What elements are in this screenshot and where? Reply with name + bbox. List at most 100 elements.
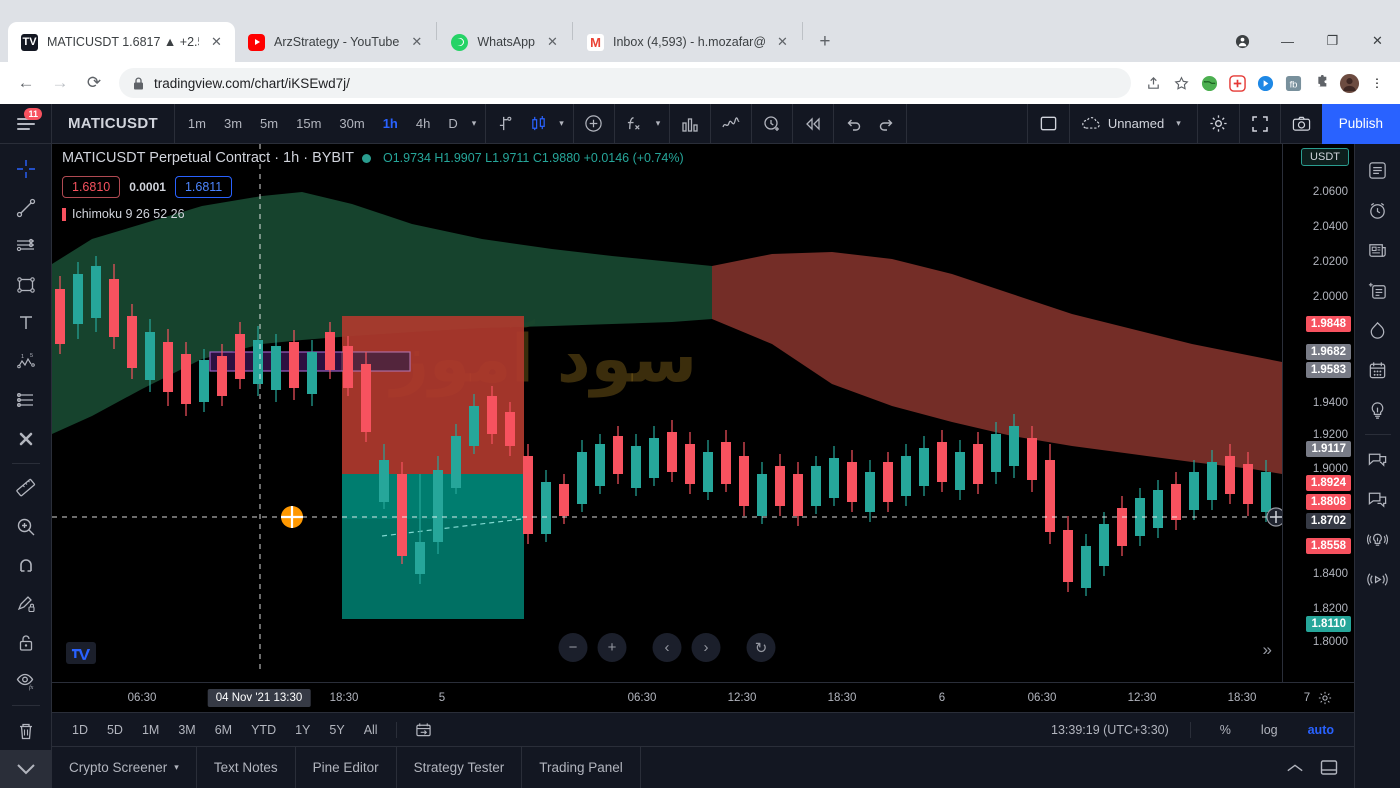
main-menu-button[interactable]: 11 — [0, 103, 52, 144]
snapshot-button[interactable] — [1279, 103, 1322, 144]
timeframe-15m[interactable]: 15m — [287, 111, 330, 136]
extensions-puzzle-icon[interactable] — [1308, 70, 1334, 96]
range-6M[interactable]: 6M — [207, 720, 240, 740]
add-compare-icon[interactable] — [578, 108, 610, 140]
gear-icon[interactable] — [1209, 114, 1228, 133]
back-icon[interactable]: ← — [10, 67, 42, 99]
profile-pill-icon[interactable] — [1220, 24, 1265, 58]
chevron-down-icon[interactable]: ▾ — [651, 118, 666, 129]
bar-chart-style-icon[interactable] — [490, 108, 522, 140]
chart-settings-button[interactable] — [1196, 103, 1239, 144]
minimize-button[interactable]: — — [1265, 24, 1310, 58]
crosshair-icon[interactable] — [6, 150, 46, 189]
range-3M[interactable]: 3M — [170, 720, 203, 740]
data-window-icon[interactable] — [1358, 270, 1398, 310]
publish-button[interactable]: Publish — [1321, 103, 1400, 144]
chevron-down-icon[interactable]: ▾ — [1171, 118, 1186, 129]
bookmark-star-icon[interactable] — [1168, 70, 1194, 96]
chevron-down-icon[interactable]: ▾ — [554, 118, 569, 129]
news-icon[interactable] — [1358, 230, 1398, 270]
magnet-icon[interactable] — [6, 546, 46, 585]
scroll-left-icon[interactable]: ‹ — [652, 633, 682, 662]
single-layout-icon[interactable] — [1039, 114, 1058, 133]
chrome-menu-icon[interactable]: ⋮ — [1364, 70, 1390, 96]
bid-price[interactable]: 1.6810 — [62, 176, 121, 198]
extension-icon-plus[interactable] — [1224, 70, 1250, 96]
range-All[interactable]: All — [356, 720, 386, 740]
tab-strategy-tester[interactable]: Strategy Tester — [397, 747, 523, 788]
timeframe-1m[interactable]: 1m — [179, 111, 215, 136]
time-axis[interactable]: 06:30 04 Nov '21 13:30 18:30 5 06:30 12:… — [52, 682, 1354, 712]
collapse-panel-icon[interactable] — [1286, 762, 1304, 774]
zoom-in-icon[interactable]: + — [597, 633, 627, 662]
new-tab-button[interactable]: + — [810, 27, 840, 57]
trend-line-icon[interactable] — [6, 189, 46, 228]
reload-icon[interactable]: ⟳ — [78, 67, 110, 99]
tab-crypto-screener[interactable]: Crypto Screener ▾ — [52, 747, 197, 788]
alert-clock-icon[interactable] — [756, 108, 788, 140]
auto-scale-button[interactable]: auto — [1300, 720, 1342, 740]
chevron-down-icon[interactable]: ▾ — [467, 118, 482, 129]
pencil-lock-icon[interactable] — [6, 585, 46, 624]
chart-canvas[interactable]: MATICUSDT Perpetual Contract · 1h · BYBI… — [52, 144, 1282, 682]
extension-icon-media[interactable] — [1252, 70, 1278, 96]
alarm-clock-icon[interactable] — [1358, 190, 1398, 230]
close-icon[interactable]: ✕ — [774, 34, 791, 51]
chevron-down-icon[interactable]: ▾ — [174, 762, 179, 773]
scroll-right-icon[interactable]: › — [691, 633, 721, 662]
price-axis[interactable]: USDT 2.0600 2.0400 2.0200 2.0000 1.9400 … — [1282, 144, 1354, 682]
log-scale-button[interactable]: log — [1253, 720, 1286, 740]
maximize-panel-icon[interactable] — [1320, 759, 1338, 776]
trash-icon[interactable] — [6, 711, 46, 750]
indicators-fx-icon[interactable] — [619, 108, 651, 140]
avatar[interactable] — [1336, 70, 1362, 96]
url-bar[interactable]: tradingview.com/chart/iKSEwd7j/ — [119, 68, 1131, 98]
layout-select-button[interactable] — [1026, 103, 1069, 144]
fullscreen-button[interactable] — [1238, 103, 1280, 144]
timezone-settings-icon[interactable] — [1318, 691, 1332, 705]
chat-icon[interactable] — [1358, 439, 1398, 479]
goto-date-icon[interactable] — [407, 719, 440, 741]
add-order-marker[interactable] — [1266, 507, 1282, 527]
extension-icon-globe[interactable] — [1196, 70, 1222, 96]
timeframe-30m[interactable]: 30m — [330, 111, 373, 136]
tab-text-notes[interactable]: Text Notes — [197, 747, 296, 788]
forecast-icon[interactable] — [6, 381, 46, 420]
window-close-button[interactable]: ✕ — [1355, 24, 1400, 58]
watchlist-icon[interactable] — [1358, 150, 1398, 190]
zoom-out-icon[interactable]: − — [558, 633, 588, 662]
range-5Y[interactable]: 5Y — [321, 720, 352, 740]
close-icon[interactable]: ✕ — [408, 34, 425, 51]
tab-pine-editor[interactable]: Pine Editor — [296, 747, 397, 788]
public-chat-icon[interactable] — [1358, 479, 1398, 519]
stream-icon[interactable] — [1358, 559, 1398, 599]
hotlist-icon[interactable] — [1358, 310, 1398, 350]
camera-icon[interactable] — [1292, 115, 1311, 133]
chevron-down-icon[interactable] — [0, 750, 52, 788]
tab-trading-panel[interactable]: Trading Panel — [522, 747, 641, 788]
browser-tab-whatsapp[interactable]: WhatsApp ✕ — [438, 22, 571, 62]
timeframe-1h[interactable]: 1h — [374, 111, 407, 136]
financials-icon[interactable] — [674, 108, 706, 140]
calendar-icon[interactable] — [1358, 350, 1398, 390]
eye-visibility-icon[interactable]: fx — [6, 662, 46, 701]
forward-icon[interactable]: → — [44, 67, 76, 99]
redo-icon[interactable] — [870, 108, 902, 140]
ask-price[interactable]: 1.6811 — [174, 176, 233, 198]
close-icon[interactable]: ✕ — [208, 34, 225, 51]
percent-scale-button[interactable]: % — [1212, 720, 1239, 740]
layout-name-group[interactable]: Unnamed ▾ — [1068, 103, 1197, 144]
tradingview-logo-icon[interactable] — [66, 642, 96, 664]
share-icon[interactable] — [1140, 70, 1166, 96]
reset-chart-icon[interactable]: ↻ — [746, 633, 776, 662]
scroll-to-realtime-icon[interactable]: » — [1263, 640, 1272, 660]
timeframe-D[interactable]: D — [439, 111, 466, 136]
range-1Y[interactable]: 1Y — [287, 720, 318, 740]
indicator-template-icon[interactable] — [715, 108, 747, 140]
horizontal-lines-icon[interactable] — [6, 227, 46, 266]
candlestick-style-icon[interactable] — [522, 108, 554, 140]
indicator-legend-ichimoku[interactable]: Ichimoku 9 26 52 26 — [62, 207, 684, 221]
range-1M[interactable]: 1M — [134, 720, 167, 740]
unlock-icon[interactable] — [6, 623, 46, 662]
browser-tab-gmail[interactable]: M Inbox (4,593) - h.mozafar@gmai ✕ — [574, 22, 801, 62]
